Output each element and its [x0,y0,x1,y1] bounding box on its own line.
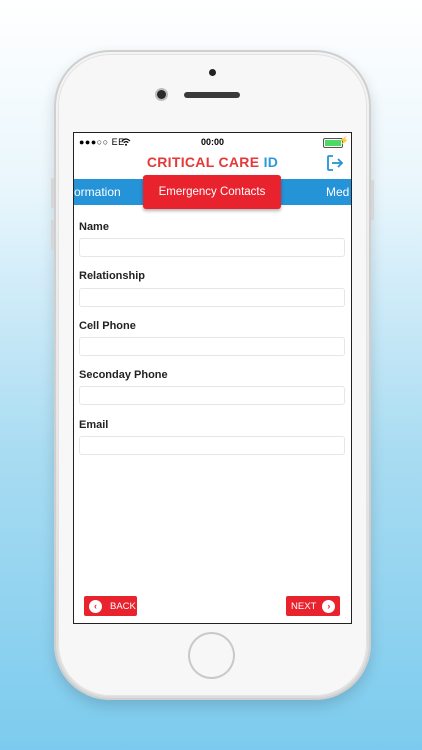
tab-medical[interactable]: Med [326,185,349,199]
brand-text-critical-care: CRITICAL CARE [146,154,260,170]
tab-emergency-contacts[interactable]: Emergency Contacts [143,175,281,209]
secondary-phone-label: Seconday Phone [79,369,168,381]
email-input[interactable] [79,436,345,455]
home-button[interactable] [188,632,235,679]
power-button [371,180,374,220]
email-label: Email [79,419,109,431]
volume-button [51,220,54,250]
name-input[interactable] [79,238,345,257]
brand-text-id: ID [263,154,279,170]
back-button-label: BACK [110,600,136,612]
secondary-phone-input[interactable] [79,386,345,405]
status-bar: ●●●○○ EE 00:00 ⚡ [74,133,351,151]
relationship-input[interactable] [79,288,345,307]
section-tabs: ormation Emergency Contacts Med [74,175,351,209]
earpiece-speaker [184,92,240,98]
next-button-label: NEXT [291,600,317,612]
cell-phone-input[interactable] [79,337,345,356]
back-button[interactable]: ‹ BACK [84,596,137,616]
relationship-label: Relationship [79,270,146,282]
app-logo: CRITICAL CARE ID [74,154,351,170]
chevron-right-icon: › [322,599,336,613]
next-button[interactable]: NEXT › [286,596,340,616]
proximity-sensor [209,69,216,76]
chevron-left-icon: ‹ [89,599,102,613]
logout-icon[interactable] [325,153,345,173]
charging-icon: ⚡ [339,136,349,145]
front-camera-icon [157,90,166,99]
tab-information[interactable]: ormation [74,185,121,199]
name-label: Name [79,221,109,233]
cell-phone-label: Cell Phone [79,320,136,332]
volume-button [51,178,54,208]
app-screen: ●●●○○ EE 00:00 ⚡ CRITICAL CARE ID ormati… [73,132,352,624]
status-time: 00:00 [200,137,225,147]
